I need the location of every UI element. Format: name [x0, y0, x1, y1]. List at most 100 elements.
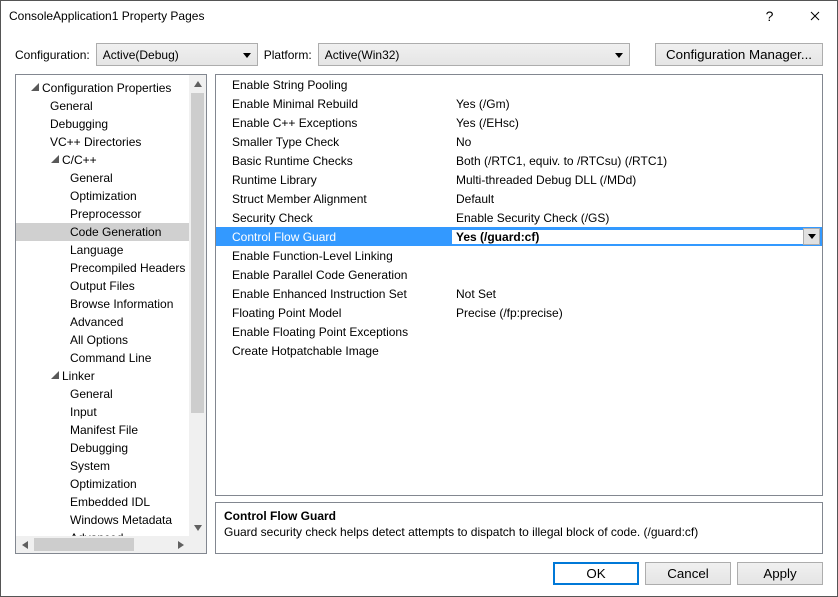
tree-item-label: Precompiled Headers	[70, 261, 185, 275]
property-name: Enable Parallel Code Generation	[216, 268, 452, 282]
property-value[interactable]: Yes (/EHsc)	[452, 116, 822, 130]
property-name: Basic Runtime Checks	[216, 154, 452, 168]
window-title: ConsoleApplication1 Property Pages	[9, 9, 747, 23]
nav-tree: Configuration PropertiesGeneralDebugging…	[15, 74, 207, 554]
tree-item-label: VC++ Directories	[50, 135, 141, 149]
tree-item[interactable]: Optimization	[16, 187, 206, 205]
tree-item[interactable]: Code Generation	[16, 223, 206, 241]
property-row[interactable]: Floating Point ModelPrecise (/fp:precise…	[216, 303, 822, 322]
tree-vscrollbar[interactable]	[189, 75, 206, 536]
property-name: Security Check	[216, 211, 452, 225]
property-row[interactable]: Runtime LibraryMulti-threaded Debug DLL …	[216, 170, 822, 189]
tree-item[interactable]: Debugging	[16, 115, 206, 133]
tree-item[interactable]: General	[16, 97, 206, 115]
property-row[interactable]: Enable String Pooling	[216, 75, 822, 94]
tree-item-label: Debugging	[70, 441, 128, 455]
property-row[interactable]: Enable Enhanced Instruction SetNot Set	[216, 284, 822, 303]
property-name: Runtime Library	[216, 173, 452, 187]
tree-item[interactable]: Debugging	[16, 439, 206, 457]
dropdown-button[interactable]	[803, 228, 820, 245]
tree-hscrollbar[interactable]	[16, 536, 189, 553]
property-row[interactable]: Smaller Type CheckNo	[216, 132, 822, 151]
close-button[interactable]	[792, 1, 837, 31]
tree-item[interactable]: Input	[16, 403, 206, 421]
scroll-down-button[interactable]	[189, 519, 206, 536]
tree-item[interactable]: Preprocessor	[16, 205, 206, 223]
ok-button[interactable]: OK	[553, 562, 639, 585]
scroll-left-button[interactable]	[16, 536, 33, 553]
tree-item-label: C/C++	[62, 153, 97, 167]
tree-item[interactable]: Output Files	[16, 277, 206, 295]
platform-value: Active(Win32)	[325, 48, 400, 62]
tree-item-label: All Options	[70, 333, 128, 347]
platform-label: Platform:	[264, 48, 312, 62]
scroll-right-button[interactable]	[172, 536, 189, 553]
tree-item-label: Optimization	[70, 477, 137, 491]
tree-item[interactable]: General	[16, 385, 206, 403]
tree-item-label: Browse Information	[70, 297, 173, 311]
tree-item[interactable]: Browse Information	[16, 295, 206, 313]
property-value[interactable]: Precise (/fp:precise)	[452, 306, 822, 320]
expander-icon[interactable]	[50, 367, 60, 377]
apply-button[interactable]: Apply	[737, 562, 823, 585]
tree-item[interactable]: Optimization	[16, 475, 206, 493]
tree-item[interactable]: Command Line	[16, 349, 206, 367]
property-value[interactable]: Yes (/guard:cf)	[452, 230, 803, 244]
scroll-corner	[189, 536, 206, 553]
property-row[interactable]: Enable Minimal RebuildYes (/Gm)	[216, 94, 822, 113]
tree-item-label: Linker	[62, 369, 95, 383]
property-row[interactable]: Struct Member AlignmentDefault	[216, 189, 822, 208]
property-row[interactable]: Create Hotpatchable Image	[216, 341, 822, 360]
tree-item[interactable]: C/C++	[16, 151, 206, 169]
property-row[interactable]: Security CheckEnable Security Check (/GS…	[216, 208, 822, 227]
property-row[interactable]: Enable Floating Point Exceptions	[216, 322, 822, 341]
chevron-down-icon	[243, 48, 251, 62]
scroll-thumb[interactable]	[191, 93, 204, 413]
tree-item[interactable]: Configuration Properties	[16, 79, 206, 97]
config-label: Configuration:	[15, 48, 90, 62]
config-manager-button[interactable]: Configuration Manager...	[655, 43, 823, 66]
tree-item[interactable]: Advanced	[16, 313, 206, 331]
expander-icon[interactable]	[50, 151, 60, 161]
property-name: Floating Point Model	[216, 306, 452, 320]
tree-item[interactable]: Language	[16, 241, 206, 259]
property-row[interactable]: Enable Function-Level Linking	[216, 246, 822, 265]
scroll-thumb[interactable]	[34, 538, 134, 551]
tree-item-label: Windows Metadata	[70, 513, 172, 527]
tree-item-label: General	[70, 171, 113, 185]
config-combo[interactable]: Active(Debug)	[96, 43, 258, 66]
expander-icon[interactable]	[30, 79, 40, 89]
description-title: Control Flow Guard	[224, 509, 814, 523]
property-grid: Enable String Pooling Enable Minimal Rebu…	[215, 74, 823, 496]
property-value[interactable]: Default	[452, 192, 822, 206]
scroll-up-button[interactable]	[189, 75, 206, 92]
tree-item[interactable]: VC++ Directories	[16, 133, 206, 151]
tree-item[interactable]: Precompiled Headers	[16, 259, 206, 277]
tree-item-label: Manifest File	[70, 423, 138, 437]
tree-item[interactable]: All Options	[16, 331, 206, 349]
tree-item[interactable]: General	[16, 169, 206, 187]
property-value[interactable]: Both (/RTC1, equiv. to /RTCsu) (/RTC1)	[452, 154, 822, 168]
tree-item[interactable]: Linker	[16, 367, 206, 385]
tree-item[interactable]: System	[16, 457, 206, 475]
tree-item-label: Preprocessor	[70, 207, 141, 221]
property-row[interactable]: Control Flow GuardYes (/guard:cf)	[216, 227, 822, 246]
tree-item[interactable]: Windows Metadata	[16, 511, 206, 529]
tree-item-label: Advanced	[70, 315, 123, 329]
property-name: Control Flow Guard	[216, 230, 452, 244]
property-name: Enable String Pooling	[216, 78, 452, 92]
property-row[interactable]: Enable C++ ExceptionsYes (/EHsc)	[216, 113, 822, 132]
property-value[interactable]: Enable Security Check (/GS)	[452, 211, 822, 225]
cancel-button[interactable]: Cancel	[645, 562, 731, 585]
tree-item[interactable]: Manifest File	[16, 421, 206, 439]
property-value[interactable]: Multi-threaded Debug DLL (/MDd)	[452, 173, 822, 187]
property-value[interactable]: Yes (/Gm)	[452, 97, 822, 111]
property-row[interactable]: Enable Parallel Code Generation	[216, 265, 822, 284]
help-icon: ?	[766, 8, 774, 24]
tree-item[interactable]: Embedded IDL	[16, 493, 206, 511]
property-row[interactable]: Basic Runtime ChecksBoth (/RTC1, equiv. …	[216, 151, 822, 170]
help-button[interactable]: ?	[747, 1, 792, 31]
platform-combo[interactable]: Active(Win32)	[318, 43, 630, 66]
property-value[interactable]: No	[452, 135, 822, 149]
property-value[interactable]: Not Set	[452, 287, 822, 301]
